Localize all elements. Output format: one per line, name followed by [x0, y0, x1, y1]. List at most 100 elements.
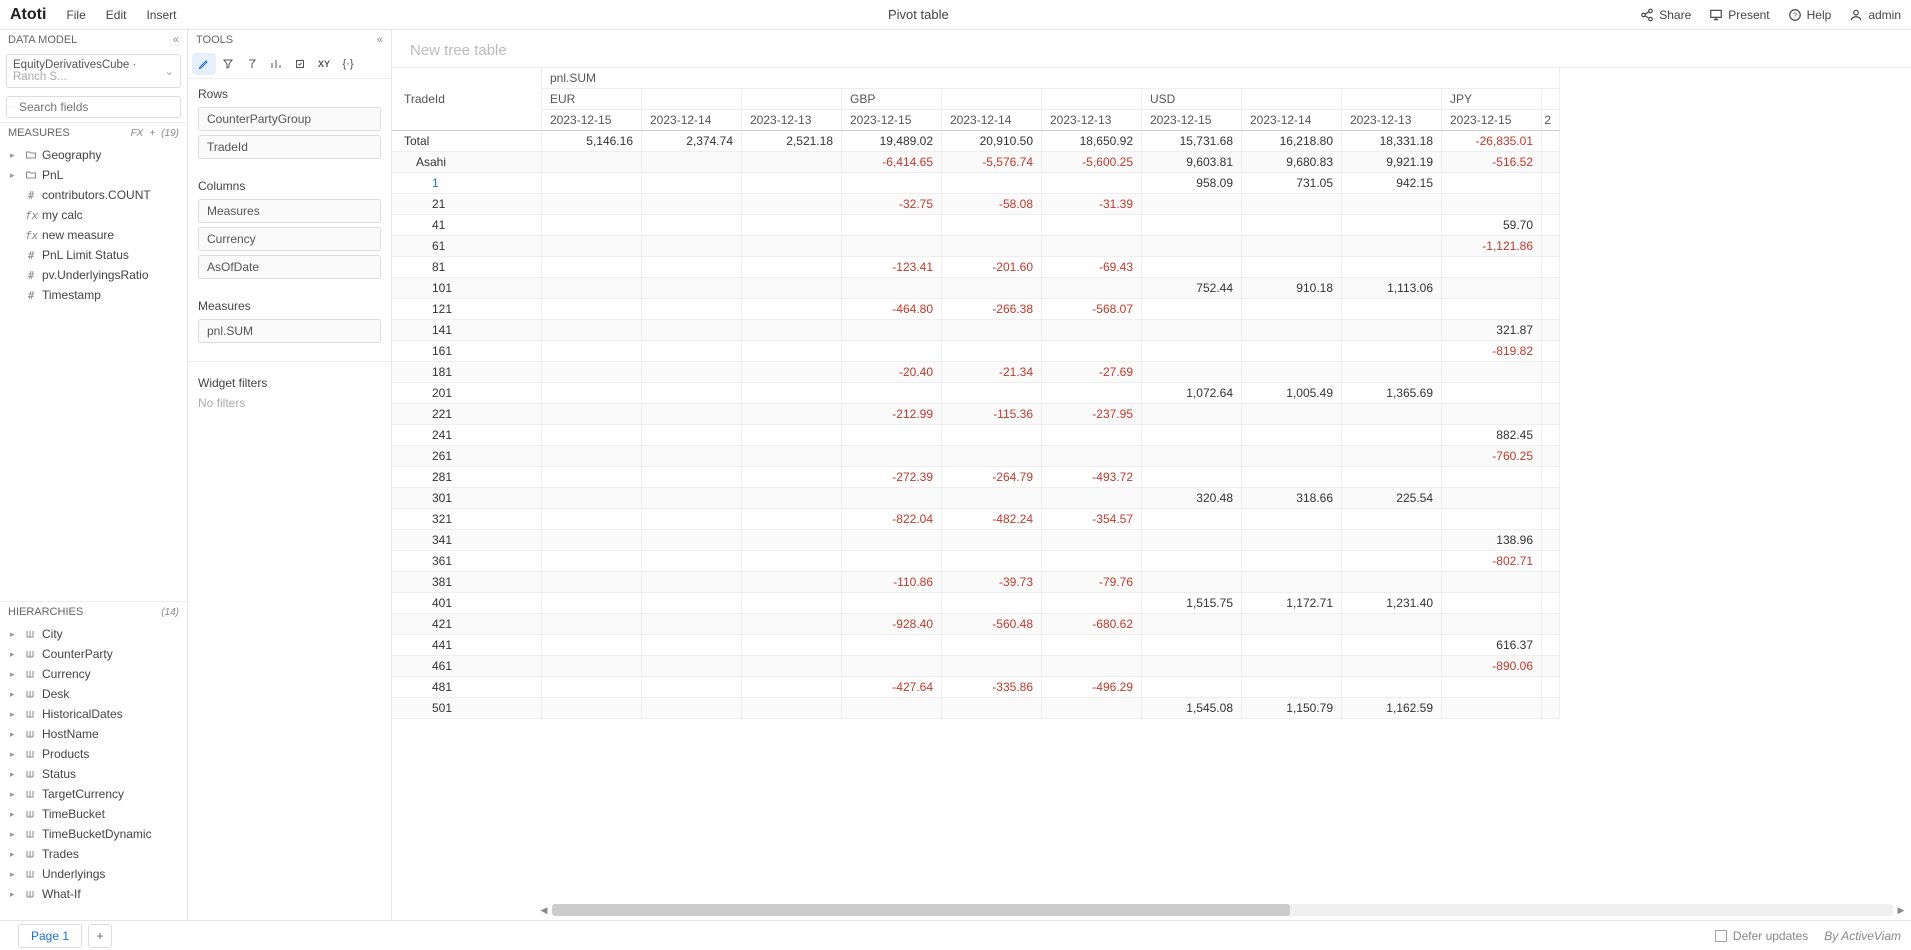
defer-updates-toggle[interactable]: Defer updates [1715, 929, 1808, 943]
hierarchy-item[interactable]: ▸CounterParty [8, 644, 183, 664]
pivot-grid[interactable]: TradeIdpnl.SUMEURGBPUSDJPY2023-12-152023… [392, 68, 1911, 719]
share-button[interactable]: Share [1640, 8, 1691, 22]
data-row-cell [1542, 236, 1560, 257]
menu-edit[interactable]: Edit [106, 8, 127, 22]
data-row-label[interactable]: 201 [392, 383, 542, 404]
column-chip[interactable]: AsOfDate [198, 255, 381, 279]
hierarchy-item[interactable]: ▸Currency [8, 664, 183, 684]
hierarchy-label: TimeBucket [42, 807, 105, 821]
measure-chip[interactable]: pnl.SUM [198, 319, 381, 343]
data-row-label[interactable]: 101 [392, 278, 542, 299]
widget-title-input[interactable]: New tree table [410, 42, 507, 59]
data-row-cell [1242, 215, 1342, 236]
data-row-label[interactable]: 481 [392, 677, 542, 698]
total-row-label[interactable]: Total [392, 131, 542, 152]
data-row-label[interactable]: 361 [392, 551, 542, 572]
measure-item[interactable]: #contributors.COUNT [8, 185, 183, 205]
settings-tool-icon[interactable] [264, 53, 288, 75]
search-input[interactable] [19, 100, 174, 114]
user-menu[interactable]: admin [1849, 8, 1901, 22]
scroll-thumb[interactable] [552, 904, 1290, 916]
measure-item[interactable]: fxmy calc [8, 205, 183, 225]
hierarchy-item[interactable]: ▸Underlyings [8, 864, 183, 884]
bracket-tool-icon[interactable]: {·} [336, 53, 360, 75]
data-row-label[interactable]: 441 [392, 635, 542, 656]
add-page-button[interactable]: + [88, 924, 112, 948]
group-row-label[interactable]: Asahi [392, 152, 542, 173]
edit-tool-icon[interactable] [192, 53, 216, 75]
menu-file[interactable]: File [66, 8, 85, 22]
currency-header [1042, 89, 1142, 110]
data-row-label[interactable]: 81 [392, 257, 542, 278]
data-row-label[interactable]: 161 [392, 341, 542, 362]
column-chip[interactable]: Measures [198, 199, 381, 223]
query-tool-icon[interactable] [240, 53, 264, 75]
horizontal-scrollbar[interactable]: ◀ ▶ [552, 904, 1893, 916]
data-row-label[interactable]: 421 [392, 614, 542, 635]
columns-label: Columns [198, 179, 381, 193]
scroll-right-icon[interactable]: ▶ [1895, 904, 1907, 916]
data-row-label[interactable]: 1 [392, 173, 542, 194]
hash-icon: # [25, 269, 37, 282]
hierarchy-item[interactable]: ▸Status [8, 764, 183, 784]
add-measure-button[interactable]: + [149, 128, 155, 139]
search-fields[interactable] [6, 96, 181, 118]
data-row-label[interactable]: 261 [392, 446, 542, 467]
data-row-cell [742, 341, 842, 362]
row-chip[interactable]: TradeId [198, 135, 381, 159]
scroll-left-icon[interactable]: ◀ [538, 904, 550, 916]
present-button[interactable]: Present [1709, 8, 1769, 22]
data-row-label[interactable]: 501 [392, 698, 542, 719]
data-row-label[interactable]: 21 [392, 194, 542, 215]
data-row-label[interactable]: 341 [392, 530, 542, 551]
measure-item[interactable]: fxnew measure [8, 225, 183, 245]
data-row-label[interactable]: 181 [392, 362, 542, 383]
data-row-cell [1242, 551, 1342, 572]
hierarchy-item[interactable]: ▸What-If [8, 884, 183, 904]
data-row-label[interactable]: 141 [392, 320, 542, 341]
data-row-label[interactable]: 241 [392, 425, 542, 446]
page-tab[interactable]: Page 1 [18, 924, 82, 948]
data-row-label[interactable]: 461 [392, 656, 542, 677]
data-row-label[interactable]: 281 [392, 467, 542, 488]
data-row-cell [1442, 593, 1542, 614]
measure-item[interactable]: #PnL Limit Status [8, 245, 183, 265]
data-row-cell [1242, 530, 1342, 551]
cube-selector[interactable]: EquityDerivativesCube · Ranch S... ⌄ [6, 54, 181, 88]
data-row-label[interactable]: 221 [392, 404, 542, 425]
hierarchy-item[interactable]: ▸TimeBucketDynamic [8, 824, 183, 844]
xy-tool-icon[interactable]: XY [312, 53, 336, 75]
hierarchy-item[interactable]: ▸Desk [8, 684, 183, 704]
hierarchy-item[interactable]: ▸Products [8, 744, 183, 764]
data-row-label[interactable]: 321 [392, 509, 542, 530]
hierarchy-item[interactable]: ▸HistoricalDates [8, 704, 183, 724]
data-row-label[interactable]: 41 [392, 215, 542, 236]
measure-item[interactable]: #Timestamp [8, 285, 183, 305]
hierarchy-item[interactable]: ▸Trades [8, 844, 183, 864]
data-row-label[interactable]: 61 [392, 236, 542, 257]
data-row-cell [1442, 488, 1542, 509]
measure-item[interactable]: ▸PnL [8, 165, 183, 185]
menu-insert[interactable]: Insert [146, 8, 176, 22]
total-row-cell: 18,331.18 [1342, 131, 1442, 152]
hierarchy-item[interactable]: ▸City [8, 624, 183, 644]
hierarchy-item[interactable]: ▸TimeBucket [8, 804, 183, 824]
data-row-cell [642, 362, 742, 383]
square-tool-icon[interactable] [288, 53, 312, 75]
data-row-label[interactable]: 121 [392, 299, 542, 320]
hierarchy-icon [25, 709, 37, 719]
data-row-label[interactable]: 401 [392, 593, 542, 614]
filter-tool-icon[interactable] [216, 53, 240, 75]
hierarchy-item[interactable]: ▸HostName [8, 724, 183, 744]
collapse-tools-icon[interactable]: « [377, 34, 383, 46]
data-row-label[interactable]: 381 [392, 572, 542, 593]
measure-item[interactable]: #pv.UnderlyingsRatio [8, 265, 183, 285]
help-button[interactable]: ? Help [1788, 8, 1832, 22]
data-row-label[interactable]: 301 [392, 488, 542, 509]
fx-button[interactable]: fx [131, 128, 144, 139]
row-chip[interactable]: CounterPartyGroup [198, 107, 381, 131]
column-chip[interactable]: Currency [198, 227, 381, 251]
hierarchy-item[interactable]: ▸TargetCurrency [8, 784, 183, 804]
collapse-left-icon[interactable]: « [173, 34, 179, 46]
measure-item[interactable]: ▸Geography [8, 145, 183, 165]
